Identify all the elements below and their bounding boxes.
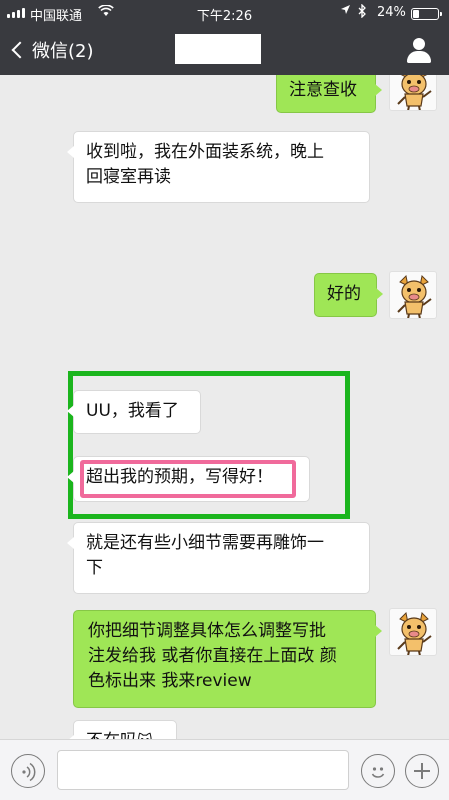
message-text: 好的 bbox=[327, 284, 361, 304]
message-bubble-sent[interactable]: 好的 bbox=[314, 273, 383, 317]
location-icon bbox=[340, 4, 351, 18]
user-avatar[interactable] bbox=[389, 608, 437, 656]
battery-icon bbox=[411, 8, 442, 20]
voice-icon[interactable] bbox=[11, 754, 45, 788]
user-avatar[interactable] bbox=[389, 75, 437, 111]
message-line: 色标出来 我来review bbox=[88, 671, 252, 691]
battery-fill bbox=[413, 10, 419, 18]
plus-icon[interactable] bbox=[405, 754, 439, 788]
message-bubble-received[interactable]: 不在吗🐱 bbox=[67, 720, 177, 739]
chat-title-redacted bbox=[175, 34, 261, 64]
back-label: 微信(2) bbox=[32, 41, 94, 62]
message-bubble-received[interactable]: 就是还有些小细节需要再雕饰一 下 bbox=[67, 522, 370, 594]
message-input[interactable] bbox=[57, 750, 349, 790]
emoji-icon[interactable] bbox=[361, 754, 395, 788]
message-text: 注意查收 bbox=[289, 80, 357, 100]
message-line: 收到啦，我在外面装系统，晚上 bbox=[86, 142, 324, 162]
message-text: UU，我看了 bbox=[86, 401, 179, 421]
highlight-box-pink bbox=[80, 460, 296, 498]
battery-percentage: 24% bbox=[377, 5, 406, 20]
input-bar bbox=[0, 739, 449, 800]
message-bubble-received[interactable]: 收到啦，我在外面装系统，晚上 回寝室再读 bbox=[67, 131, 370, 203]
status-bar: 中国联通 下午2:26 24% bbox=[0, 0, 449, 26]
message-text: 不在吗 bbox=[86, 731, 137, 739]
back-chevron-icon bbox=[11, 41, 29, 59]
message-line: 下 bbox=[86, 558, 103, 578]
message-line: 回寝室再读 bbox=[86, 167, 171, 187]
person-icon[interactable] bbox=[406, 38, 432, 64]
message-bubble-sent[interactable]: 你把细节调整具体怎么调整写批 注发给我 或者你直接在上面改 颜 色标出来 我来r… bbox=[73, 610, 382, 708]
message-line: 你把细节调整具体怎么调整写批 bbox=[88, 621, 326, 641]
chat-area[interactable]: 注意查收 收到啦，我在外面装系统，晚上 回寝室再读 好的 UU，我看了 超出我的… bbox=[0, 75, 449, 739]
user-avatar[interactable] bbox=[389, 271, 437, 319]
message-bubble-received[interactable]: UU，我看了 bbox=[67, 390, 201, 434]
message-line: 注发给我 或者你直接在上面改 颜 bbox=[88, 646, 337, 666]
back-button[interactable]: 微信(2) bbox=[8, 34, 94, 66]
navigation-bar: 中国联通 下午2:26 24% 微信(2) bbox=[0, 0, 449, 75]
bluetooth-icon bbox=[358, 3, 367, 21]
message-bubble-sent[interactable]: 注意查收 bbox=[276, 75, 382, 113]
message-line: 就是还有些小细节需要再雕饰一 bbox=[86, 533, 324, 553]
